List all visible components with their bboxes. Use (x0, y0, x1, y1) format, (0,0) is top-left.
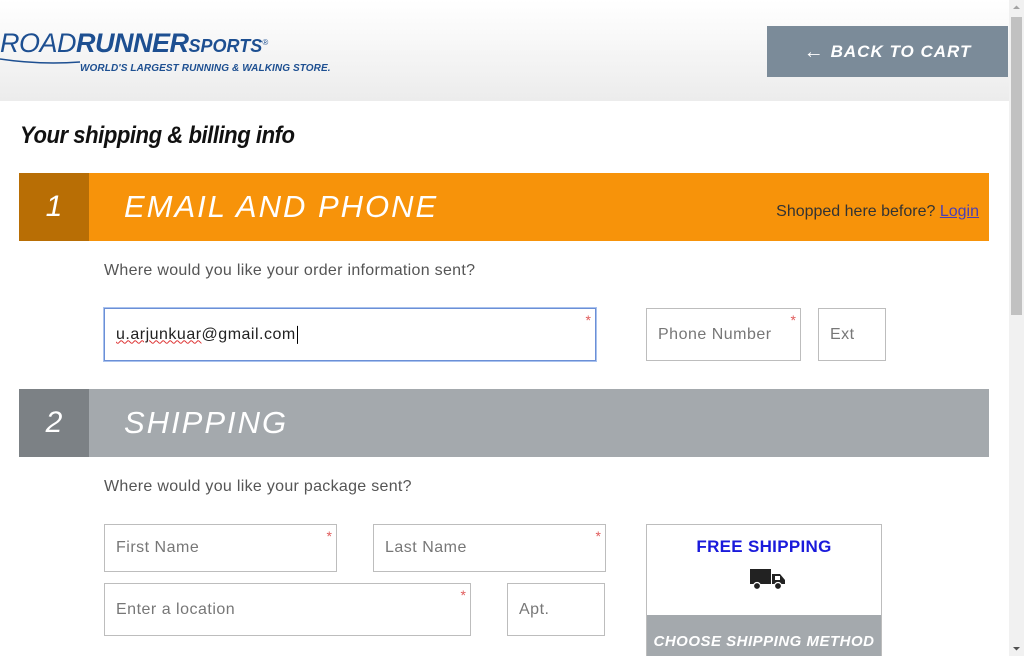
free-shipping-label: FREE SHIPPING (696, 537, 832, 556)
required-marker: * (460, 587, 466, 603)
required-marker: * (326, 528, 332, 544)
required-marker: * (585, 312, 591, 328)
first-name-input[interactable]: First Name * (104, 524, 337, 572)
page-title: Your shipping & billing info (20, 122, 295, 149)
apt-placeholder: Apt. (519, 600, 550, 618)
logo-road: ROAD (0, 28, 77, 58)
arrow-left-icon: ← (803, 40, 825, 63)
logo-sports: SPORTS (188, 36, 263, 56)
logo-runner: RUNNER (76, 28, 189, 58)
email-phone-section-header: 1 EMAIL AND PHONE Shopped here before? L… (19, 173, 989, 241)
section-title: EMAIL AND PHONE (124, 189, 439, 224)
scroll-down-arrow-icon[interactable] (1009, 641, 1024, 656)
email-section-prompt: Where would you like your order informat… (104, 262, 476, 279)
shipping-section-header: 2 SHIPPING (19, 389, 989, 457)
back-to-cart-button[interactable]: ← BACK TO CART (767, 26, 1008, 77)
roadrunner-logo[interactable]: ROADRUNNERSPORTS® WORLD'S LARGEST RUNNIN… (0, 28, 340, 78)
last-name-placeholder: Last Name (385, 539, 467, 556)
email-value: u.arjunkuar@gmail.com (116, 325, 298, 344)
section-number: 2 (19, 389, 89, 457)
shipping-method-card[interactable]: FREE SHIPPING CHOOSE SHIPPING METHOD (646, 524, 882, 656)
logo-registered: ® (262, 38, 268, 47)
required-marker: * (790, 312, 796, 328)
logo-tagline: WORLD'S LARGEST RUNNING & WALKING STORE. (80, 63, 331, 74)
section-number: 1 (19, 173, 89, 241)
address-location-input[interactable]: Enter a location * (104, 583, 471, 636)
site-header: ROADRUNNERSPORTS® WORLD'S LARGEST RUNNIN… (0, 0, 1009, 101)
location-placeholder: Enter a location (116, 600, 236, 618)
phone-placeholder: Phone Number (658, 325, 772, 343)
logo-swoosh-icon (0, 58, 80, 64)
email-value-misspelled: u.arjunkuar (116, 325, 202, 343)
section-title: SHIPPING (124, 405, 289, 440)
email-value-domain: @gmail.com (201, 325, 296, 343)
checkout-page: ROADRUNNERSPORTS® WORLD'S LARGEST RUNNIN… (0, 0, 1024, 656)
phone-ext-input[interactable]: Ext (818, 308, 886, 361)
email-input[interactable]: u.arjunkuar@gmail.com * (104, 308, 596, 361)
scroll-up-arrow-icon[interactable] (1009, 0, 1024, 15)
ext-placeholder: Ext (830, 325, 855, 343)
text-caret (296, 325, 298, 344)
vertical-scrollbar[interactable] (1009, 0, 1024, 656)
last-name-input[interactable]: Last Name * (373, 524, 606, 572)
truck-icon (750, 569, 785, 591)
shipping-section-prompt: Where would you like your package sent? (104, 478, 412, 495)
phone-number-input[interactable]: Phone Number * (646, 308, 801, 361)
choose-shipping-method-button[interactable]: CHOOSE SHIPPING METHOD (647, 615, 881, 656)
required-marker: * (595, 528, 601, 544)
apartment-input[interactable]: Apt. (507, 583, 605, 636)
back-to-cart-label: BACK TO CART (830, 41, 972, 61)
returning-customer-prompt: Shopped here before? Login (776, 203, 979, 221)
shopped-before-text: Shopped here before? (776, 203, 936, 220)
scrollbar-thumb[interactable] (1011, 17, 1022, 315)
first-name-placeholder: First Name (116, 539, 200, 556)
login-link[interactable]: Login (940, 203, 979, 220)
